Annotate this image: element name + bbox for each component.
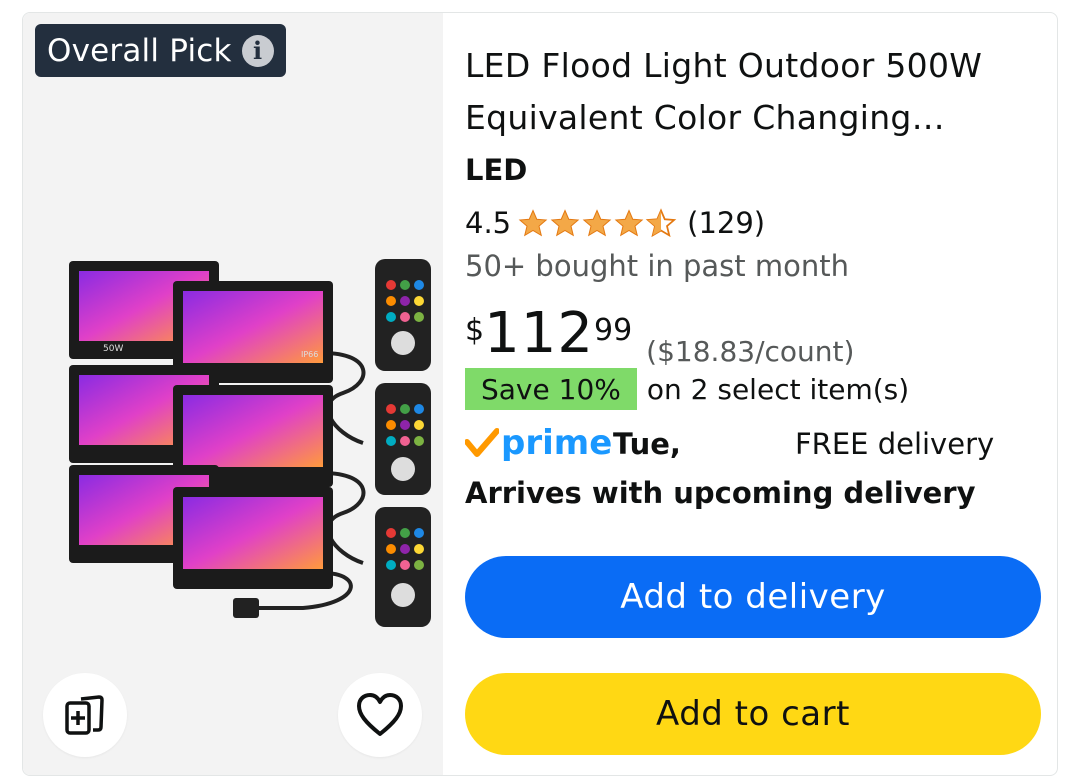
- bought-text: 50+ bought in past month: [465, 249, 849, 283]
- rating-value: 4.5: [465, 206, 512, 240]
- delivery-free: FREE delivery: [795, 427, 995, 461]
- delivery-row: prime Tue, FREE delivery: [465, 421, 1025, 469]
- arrives-text: Arrives with upcoming delivery: [465, 476, 976, 510]
- star-icon: [614, 209, 644, 237]
- watt-label: 50W: [103, 344, 123, 354]
- product-brand: LED: [465, 153, 528, 187]
- star-icon: [518, 209, 548, 237]
- coupon-row[interactable]: Save 10% on 2 select item(s): [465, 368, 909, 410]
- add-to-cart-button[interactable]: Add to cart: [465, 673, 1041, 755]
- product-title[interactable]: LED Flood Light Outdoor 500W Equivalent …: [465, 40, 1025, 144]
- review-count[interactable]: (129): [687, 206, 765, 240]
- rating-row[interactable]: 4.5 (129): [465, 206, 765, 240]
- product-image-panel[interactable]: Overall Pick i 50W IP66: [23, 13, 443, 775]
- price-fraction: 99: [593, 313, 633, 348]
- compare-icon: [65, 695, 104, 735]
- prime-label: prime: [501, 423, 613, 463]
- rating-stars[interactable]: [517, 208, 677, 238]
- wishlist-button[interactable]: [338, 673, 422, 757]
- price: $ 112 99 ($18.83/count): [465, 301, 855, 369]
- prime-logo: prime: [465, 423, 612, 463]
- product-card[interactable]: Overall Pick i 50W IP66 LED Flood Light …: [22, 12, 1058, 776]
- price-symbol: $: [465, 313, 485, 348]
- price-whole: 112: [484, 301, 594, 366]
- save-badge: Save 10%: [465, 368, 637, 410]
- product-image[interactable]: 50W IP66: [43, 243, 433, 643]
- prime-check-icon: [465, 428, 499, 457]
- info-icon[interactable]: i: [241, 34, 274, 67]
- unit-price: ($18.83/count): [646, 335, 855, 368]
- compare-button[interactable]: [43, 673, 127, 757]
- add-to-delivery-button[interactable]: Add to delivery: [465, 556, 1041, 638]
- star-icon: [582, 209, 612, 237]
- ip-label: IP66: [301, 350, 318, 359]
- star-half-icon: [645, 208, 677, 238]
- heart-icon: [357, 693, 403, 736]
- star-icon: [550, 209, 580, 237]
- save-text: on 2 select item(s): [646, 372, 910, 406]
- delivery-day: Tue,: [613, 427, 681, 461]
- overall-pick-badge: Overall Pick i: [35, 24, 286, 77]
- badge-label: Overall Pick: [47, 32, 232, 69]
